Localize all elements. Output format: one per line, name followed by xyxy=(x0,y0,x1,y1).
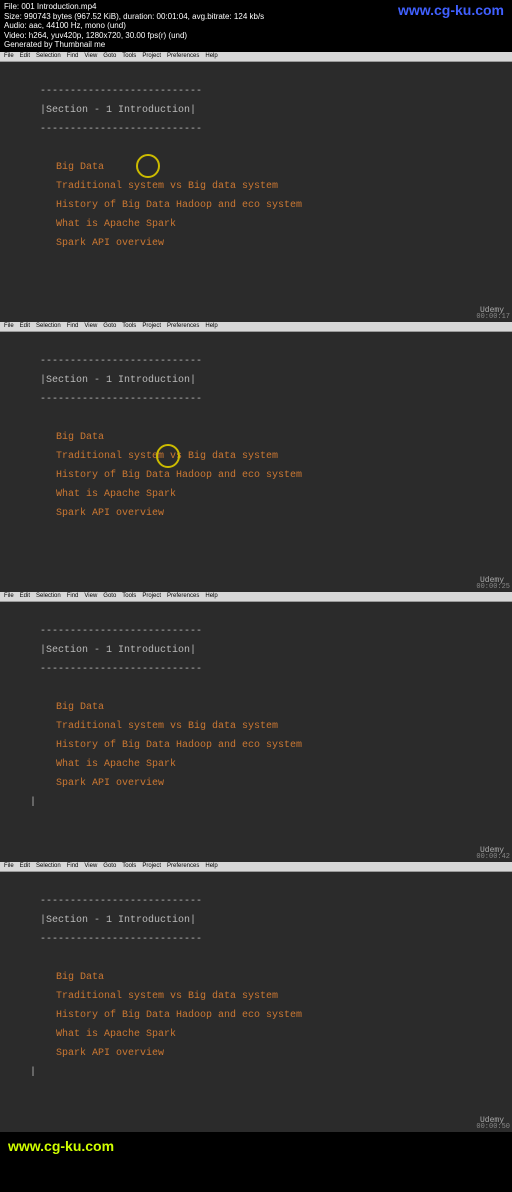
menu-view[interactable]: View xyxy=(84,593,97,599)
content-line: Spark API overview xyxy=(56,234,472,253)
menu-project[interactable]: Project xyxy=(142,863,161,869)
footer-url: www.cg-ku.com xyxy=(8,1138,114,1154)
content-line: History of Big Data Hadoop and eco syste… xyxy=(56,736,472,755)
thumb-frame-3: File Edit Selection Find View Goto Tools… xyxy=(0,592,512,862)
content-line: Big Data xyxy=(56,158,472,177)
menu-find[interactable]: Find xyxy=(67,53,79,59)
section-title: |Section - 1 Introduction| xyxy=(40,101,472,120)
divider-bottom: --------------------------- xyxy=(40,930,472,949)
menu-preferences[interactable]: Preferences xyxy=(167,863,199,869)
content-line: What is Apache Spark xyxy=(56,215,472,234)
top-url: www.cg-ku.com xyxy=(398,2,504,19)
timestamp: 00:00:17 xyxy=(476,311,510,324)
section-title: |Section - 1 Introduction| xyxy=(40,641,472,660)
cursor-icon: | xyxy=(30,1063,472,1082)
editor-pane[interactable]: --------------------------- |Section - 1… xyxy=(0,872,512,1132)
menu-tools[interactable]: Tools xyxy=(122,593,136,599)
thumb-frame-1: File Edit Selection Find View Goto Tools… xyxy=(0,52,512,322)
content-line: Big Data xyxy=(56,428,472,447)
divider-bottom: --------------------------- xyxy=(40,120,472,139)
menu-selection[interactable]: Selection xyxy=(36,323,61,329)
menubar: File Edit Selection Find View Goto Tools… xyxy=(0,592,512,602)
content-line: History of Big Data Hadoop and eco syste… xyxy=(56,1006,472,1025)
menu-help[interactable]: Help xyxy=(205,593,217,599)
editor-pane[interactable]: --------------------------- |Section - 1… xyxy=(0,62,512,322)
content-line: What is Apache Spark xyxy=(56,755,472,774)
menu-find[interactable]: Find xyxy=(67,593,79,599)
menu-project[interactable]: Project xyxy=(142,593,161,599)
menu-goto[interactable]: Goto xyxy=(103,863,116,869)
menu-tools[interactable]: Tools xyxy=(122,53,136,59)
menubar: File Edit Selection Find View Goto Tools… xyxy=(0,322,512,332)
divider-top: --------------------------- xyxy=(40,82,472,101)
menu-find[interactable]: Find xyxy=(67,863,79,869)
menu-tools[interactable]: Tools xyxy=(122,323,136,329)
timestamp: 00:00:42 xyxy=(476,851,510,864)
menubar: File Edit Selection Find View Goto Tools… xyxy=(0,52,512,62)
menu-edit[interactable]: Edit xyxy=(20,323,30,329)
menu-selection[interactable]: Selection xyxy=(36,863,61,869)
content-line: Traditional system vs Big data system xyxy=(56,177,472,196)
menu-view[interactable]: View xyxy=(84,323,97,329)
divider-top: --------------------------- xyxy=(40,892,472,911)
menubar: File Edit Selection Find View Goto Tools… xyxy=(0,862,512,872)
content-line: Big Data xyxy=(56,968,472,987)
menu-tools[interactable]: Tools xyxy=(122,863,136,869)
menu-file[interactable]: File xyxy=(4,593,14,599)
menu-file[interactable]: File xyxy=(4,53,14,59)
menu-view[interactable]: View xyxy=(84,863,97,869)
timestamp: 00:00:25 xyxy=(476,581,510,594)
menu-help[interactable]: Help xyxy=(205,53,217,59)
content-line: Big Data xyxy=(56,698,472,717)
cursor-icon: | xyxy=(30,793,472,812)
generated-line: Generated by Thumbnail me xyxy=(4,40,508,50)
content-line: History of Big Data Hadoop and eco syste… xyxy=(56,466,472,485)
menu-preferences[interactable]: Preferences xyxy=(167,323,199,329)
menu-file[interactable]: File xyxy=(4,323,14,329)
divider-bottom: --------------------------- xyxy=(40,390,472,409)
menu-project[interactable]: Project xyxy=(142,53,161,59)
menu-goto[interactable]: Goto xyxy=(103,323,116,329)
divider-top: --------------------------- xyxy=(40,622,472,641)
menu-selection[interactable]: Selection xyxy=(36,53,61,59)
menu-preferences[interactable]: Preferences xyxy=(167,593,199,599)
menu-view[interactable]: View xyxy=(84,53,97,59)
footer-bar: www.cg-ku.com xyxy=(0,1132,512,1160)
audio-line: Audio: aac, 44100 Hz, mono (und) xyxy=(4,21,508,31)
section-title: |Section - 1 Introduction| xyxy=(40,371,472,390)
media-info-header: File: 001 Introduction.mp4 Size: 990743 … xyxy=(0,0,512,52)
content-line: Spark API overview xyxy=(56,1044,472,1063)
menu-edit[interactable]: Edit xyxy=(20,863,30,869)
divider-bottom: --------------------------- xyxy=(40,660,472,679)
menu-project[interactable]: Project xyxy=(142,323,161,329)
divider-top: --------------------------- xyxy=(40,352,472,371)
menu-goto[interactable]: Goto xyxy=(103,593,116,599)
video-line: Video: h264, yuv420p, 1280x720, 30.00 fp… xyxy=(4,31,508,41)
thumb-frame-2: File Edit Selection Find View Goto Tools… xyxy=(0,322,512,592)
thumb-frame-4: File Edit Selection Find View Goto Tools… xyxy=(0,862,512,1132)
content-line: What is Apache Spark xyxy=(56,1025,472,1044)
menu-selection[interactable]: Selection xyxy=(36,593,61,599)
editor-pane[interactable]: --------------------------- |Section - 1… xyxy=(0,602,512,862)
menu-goto[interactable]: Goto xyxy=(103,53,116,59)
menu-edit[interactable]: Edit xyxy=(20,593,30,599)
content-line: What is Apache Spark xyxy=(56,485,472,504)
content-line: Spark API overview xyxy=(56,504,472,523)
menu-file[interactable]: File xyxy=(4,863,14,869)
menu-find[interactable]: Find xyxy=(67,323,79,329)
content-line: Traditional system vs Big data system xyxy=(56,717,472,736)
content-line: History of Big Data Hadoop and eco syste… xyxy=(56,196,472,215)
content-line: Traditional system vs Big data system xyxy=(56,447,472,466)
menu-preferences[interactable]: Preferences xyxy=(167,53,199,59)
content-line: Traditional system vs Big data system xyxy=(56,987,472,1006)
editor-pane[interactable]: --------------------------- |Section - 1… xyxy=(0,332,512,592)
timestamp: 00:00:50 xyxy=(476,1121,510,1134)
section-title: |Section - 1 Introduction| xyxy=(40,911,472,930)
menu-help[interactable]: Help xyxy=(205,863,217,869)
menu-edit[interactable]: Edit xyxy=(20,53,30,59)
menu-help[interactable]: Help xyxy=(205,323,217,329)
content-line: Spark API overview xyxy=(56,774,472,793)
